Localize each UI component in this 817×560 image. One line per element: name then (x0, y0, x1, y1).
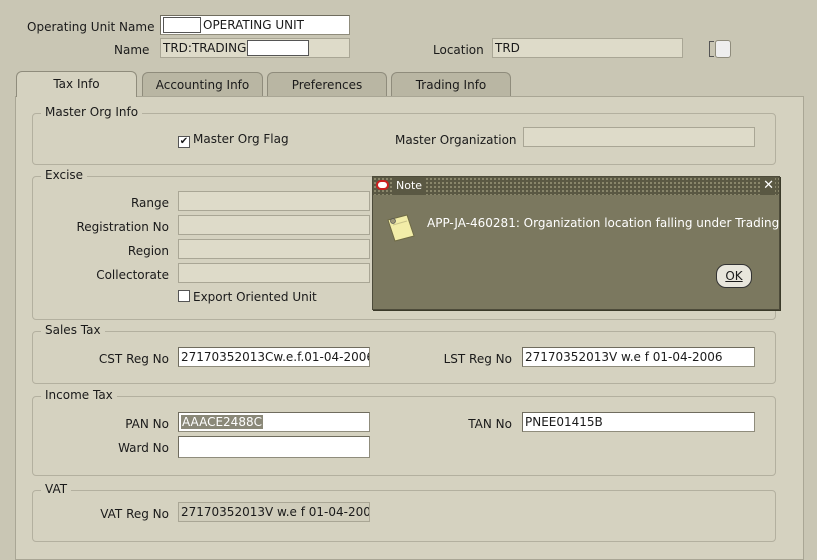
note-dialog-message: APP-JA-460281: Organization location fal… (427, 216, 780, 230)
operating-unit-value: OPERATING UNIT (203, 18, 304, 32)
name-label: Name (114, 43, 150, 57)
range-label: Range (130, 196, 169, 210)
pan-no-selected-value: AAACE2488C (181, 415, 263, 429)
collectorate-label: Collectorate (96, 268, 169, 282)
collectorate-field[interactable] (178, 263, 370, 283)
close-icon[interactable]: ✕ (762, 177, 775, 195)
flexfield-box (715, 40, 731, 58)
ok-button[interactable]: OK (716, 264, 752, 288)
location-label: Location (433, 43, 484, 57)
vat-reg-no-field[interactable]: 27170352013V w.e f 01-04-2006 (178, 502, 370, 522)
region-label: Region (127, 244, 169, 258)
operating-unit-field[interactable]: OPERATING UNIT (160, 15, 350, 35)
sales-tax-title: Sales Tax (41, 323, 105, 337)
tab-accounting-info[interactable]: Accounting Info (142, 72, 263, 96)
excise-title: Excise (41, 168, 88, 182)
income-tax-group: Income Tax (32, 388, 776, 476)
registration-no-label: Registration No (76, 220, 170, 234)
name-value: TRD:TRADING (163, 41, 247, 55)
tan-no-label: TAN No (468, 417, 512, 431)
tab-preferences[interactable]: Preferences (267, 72, 387, 96)
descriptive-flexfield-button[interactable] (709, 38, 735, 60)
note-dialog-title: Note (393, 177, 426, 195)
income-tax-title: Income Tax (41, 388, 117, 402)
oracle-logo-icon (376, 180, 389, 190)
cst-reg-no-field[interactable]: 27170352013Cw.e.f.01-04-2006 (178, 347, 370, 367)
vat-title: VAT (41, 482, 72, 496)
export-oriented-unit-checkbox[interactable] (178, 290, 190, 302)
master-org-flag-label: Master Org Flag (193, 132, 289, 146)
tab-trading-info[interactable]: Trading Info (391, 72, 511, 96)
cst-reg-no-label: CST Reg No (98, 352, 169, 366)
pan-no-label: PAN No (125, 417, 169, 431)
name-suffix-box[interactable] (247, 40, 310, 56)
master-organization-label: Master Organization (395, 133, 517, 147)
operating-unit-prefix-box[interactable] (163, 17, 201, 33)
master-organization-field[interactable] (523, 127, 755, 147)
region-field[interactable] (178, 239, 370, 259)
tax-info-panel: Master Org Info ✔ Master Org Flag Master … (15, 96, 804, 560)
export-oriented-unit[interactable]: Export Oriented Unit (178, 290, 317, 304)
vat-reg-no-label: VAT Reg No (100, 507, 169, 521)
location-field[interactable]: TRD (492, 38, 683, 58)
ward-no-field[interactable] (178, 436, 370, 458)
note-dialog: Note ✕ APP-JA-460281: Organization locat… (372, 176, 780, 310)
note-dialog-titlebar[interactable]: Note ✕ (373, 177, 779, 195)
tab-tax-info[interactable]: Tax Info (16, 71, 137, 97)
range-field[interactable] (178, 191, 370, 211)
pan-no-field[interactable]: AAACE2488C (178, 412, 370, 432)
master-org-title: Master Org Info (41, 105, 143, 119)
note-icon (387, 214, 415, 242)
name-field[interactable]: TRD:TRADING (160, 38, 350, 58)
operating-unit-label: Operating Unit Name (27, 20, 155, 34)
master-org-flag[interactable]: ✔ Master Org Flag (178, 132, 289, 148)
master-org-flag-checkbox[interactable]: ✔ (178, 136, 190, 148)
tan-no-field[interactable]: PNEE01415B (522, 412, 755, 432)
registration-no-field[interactable] (178, 215, 370, 235)
ward-no-label: Ward No (118, 441, 169, 455)
flexfield-left-bracket (709, 41, 714, 57)
export-oriented-unit-label: Export Oriented Unit (193, 290, 317, 304)
lst-reg-no-label: LST Reg No (443, 352, 512, 366)
lst-reg-no-field[interactable]: 27170352013V w.e f 01-04-2006 (522, 347, 755, 367)
